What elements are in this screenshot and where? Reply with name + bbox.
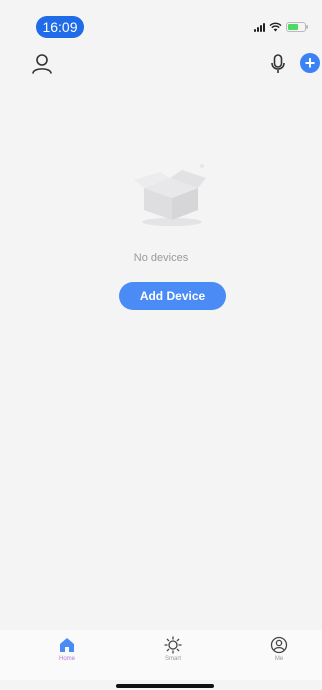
user-circle-icon <box>270 636 288 654</box>
top-bar: + <box>0 50 322 80</box>
tab-smart-label: Smart <box>164 656 181 662</box>
signal-icon <box>254 22 265 32</box>
tab-me[interactable]: Me <box>249 636 309 676</box>
status-icons <box>254 22 308 32</box>
status-time: 16:09 <box>36 16 84 38</box>
empty-box-illustration <box>134 164 206 226</box>
no-devices-text: No devices <box>133 252 189 264</box>
wifi-icon <box>269 22 282 32</box>
person-icon[interactable] <box>30 52 54 76</box>
microphone-icon[interactable] <box>268 53 288 75</box>
add-button[interactable]: + <box>300 53 320 73</box>
battery-icon <box>286 22 308 32</box>
tab-home[interactable]: Home <box>37 636 97 676</box>
device-home-screen: 16:09 + No devices Add Device Home Smart… <box>0 0 322 690</box>
tab-smart[interactable]: Smart <box>143 636 203 676</box>
add-device-button[interactable]: Add Device <box>119 282 226 310</box>
plus-icon: + <box>304 53 316 73</box>
home-icon <box>60 638 74 652</box>
status-bar: 16:09 <box>0 0 322 44</box>
bottom-tab-bar: Home Smart Me <box>0 630 322 680</box>
tab-home-label: Home <box>58 656 75 662</box>
home-indicator <box>116 684 214 688</box>
sun-icon <box>164 636 182 654</box>
tab-me-label: Me <box>274 656 284 662</box>
